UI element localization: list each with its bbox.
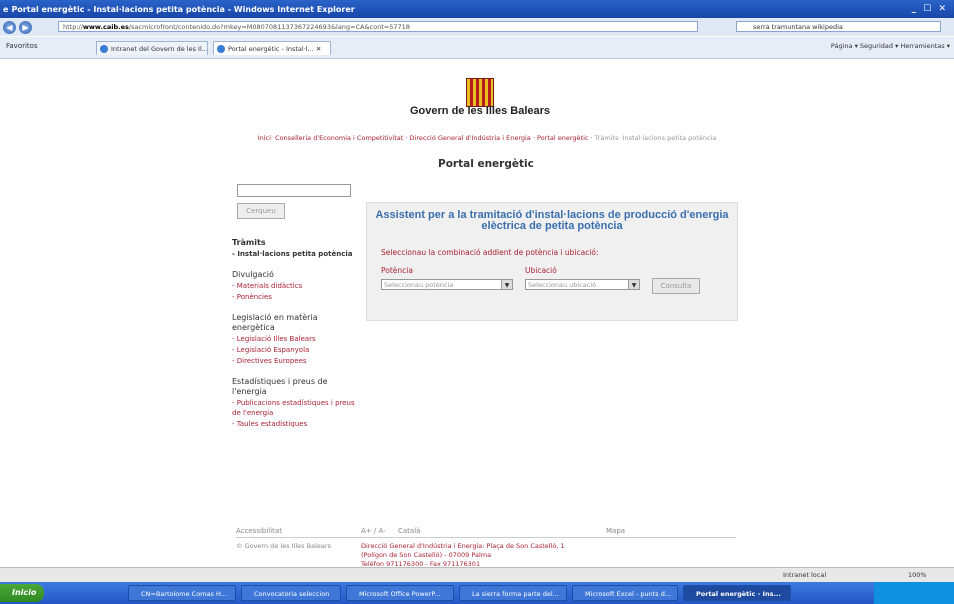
tab-intranet[interactable]: Intranet del Govern de les Il... (96, 41, 208, 55)
breadcrumb[interactable]: Inici· Conselleria d'Economia i Competit… (232, 133, 742, 143)
sidebar-item-installacions[interactable]: - Instal·lacions petita potència (232, 249, 357, 259)
potencia-label: Potència (381, 266, 413, 275)
page-icon (217, 45, 225, 53)
security-zone: Intranet local (783, 571, 827, 579)
sidebar-item-ponencies[interactable]: - Ponències (232, 292, 357, 302)
ubicacio-select[interactable]: Seleccionau ubicació ▼ (525, 279, 640, 290)
page-icon (100, 45, 108, 53)
sidebar-item-legislacio-espanyola[interactable]: - Legislació Espanyola (232, 345, 357, 355)
browser-search-input[interactable]: serra tramuntana wikipedia (736, 21, 941, 32)
taskbar-item[interactable]: Microsoft Excel - punts d... (572, 585, 678, 601)
sidebar-item-taules[interactable]: - Taules estadístiques (232, 419, 357, 429)
taskbar-item[interactable]: CN=Bartolome Comas H... (128, 585, 236, 601)
window-title: Portal energètic - Instal·lacions petita… (11, 4, 355, 14)
taskbar-item[interactable]: La sierra forma parte del... (459, 585, 567, 601)
assistant-title: Assistent per a la tramitació d'instal·l… (375, 209, 729, 232)
search-button[interactable]: Cerqueu (237, 203, 285, 219)
consulta-button[interactable]: Consulta (652, 278, 700, 294)
favorites-button[interactable]: Favoritos (6, 42, 38, 50)
start-button[interactable]: Inicio (0, 584, 44, 602)
sidebar-item-legislacio-balears[interactable]: - Legislació Illes Balears (232, 334, 357, 344)
taskbar-item-active[interactable]: Portal energètic - Ins... (683, 585, 791, 601)
window-controls[interactable]: _ ☐ ✕ (912, 4, 948, 14)
window-titlebar: e Portal energètic - Instal·lacions peti… (0, 0, 954, 18)
back-button[interactable]: ◀ (3, 20, 16, 34)
taskbar-item[interactable]: Convocatoria seleccion (241, 585, 341, 601)
footer-divider (236, 537, 736, 538)
govern-crest-logo (466, 78, 494, 107)
address-bar: ◀ ▶ http://www.caib.es/sacmicrofront/con… (0, 18, 954, 36)
sidebar-item-directives[interactable]: - Directives Europees (232, 356, 357, 366)
forward-button[interactable]: ▶ (19, 20, 32, 34)
govern-title: Govern de les Illes Balears (410, 105, 551, 117)
assistant-instruction: Seleccionau la combinació addient de pot… (381, 248, 599, 257)
accessibilitat-link[interactable]: Accessibilitat (236, 527, 282, 535)
sidebar-section-tramits: Tràmits (232, 238, 266, 247)
status-bar: Intranet local 100% (0, 567, 954, 583)
command-bar[interactable]: Página ▾ Seguridad ▾ Herramientas ▾ (831, 42, 950, 50)
address-line-2: (Polígon de Son Castelló) - 07009 Palma (361, 551, 492, 559)
chevron-down-icon: ▼ (628, 280, 639, 289)
taskbar: Inicio CN=Bartolome Comas H... Convocato… (0, 582, 954, 604)
tab-portal[interactable]: Portal energètic - Instal·l... ✕ (213, 41, 331, 55)
page-title: Portal energètic (438, 158, 534, 170)
sidebar-item-publicacions[interactable]: - Publicacions estadístiques i preus de … (232, 398, 357, 418)
system-tray (874, 582, 954, 604)
sidebar-section-divulgacio: Divulgació (232, 270, 274, 279)
assistant-panel: Assistent per a la tramitació d'instal·l… (366, 202, 738, 321)
zoom-level[interactable]: 100% (908, 571, 927, 579)
copyright: © Govern de les Illes Balears (236, 542, 331, 550)
sidebar-section-legislacio: Legislació en matèria energètica (232, 313, 318, 332)
font-size-controls[interactable]: A+ / A- (361, 527, 386, 535)
taskbar-item[interactable]: Microsoft Office PowerP... (346, 585, 454, 601)
language-link[interactable]: Català (398, 527, 420, 535)
search-input[interactable] (237, 184, 351, 197)
ubicacio-label: Ubicació (525, 266, 557, 275)
map-link[interactable]: Mapa (606, 527, 625, 535)
address-line-1: Direcció General d'Indústria i Energia: … (361, 542, 565, 550)
tabs-bar: Favoritos Intranet del Govern de les Il.… (0, 37, 954, 59)
chevron-down-icon: ▼ (501, 280, 512, 289)
url-field[interactable]: http://www.caib.es/sacmicrofront/conteni… (58, 21, 698, 32)
potencia-select[interactable]: Seleccionau potència ▼ (381, 279, 513, 290)
sidebar: Tràmits - Instal·lacions petita potència… (232, 231, 357, 429)
sidebar-section-estadistiques: Estadístiques i preus de l'energia (232, 377, 328, 396)
ie-icon: e (3, 4, 9, 14)
sidebar-item-materials[interactable]: - Materials didàctics (232, 281, 357, 291)
page-content: Govern de les Illes Balears Inici· Conse… (0, 59, 954, 568)
